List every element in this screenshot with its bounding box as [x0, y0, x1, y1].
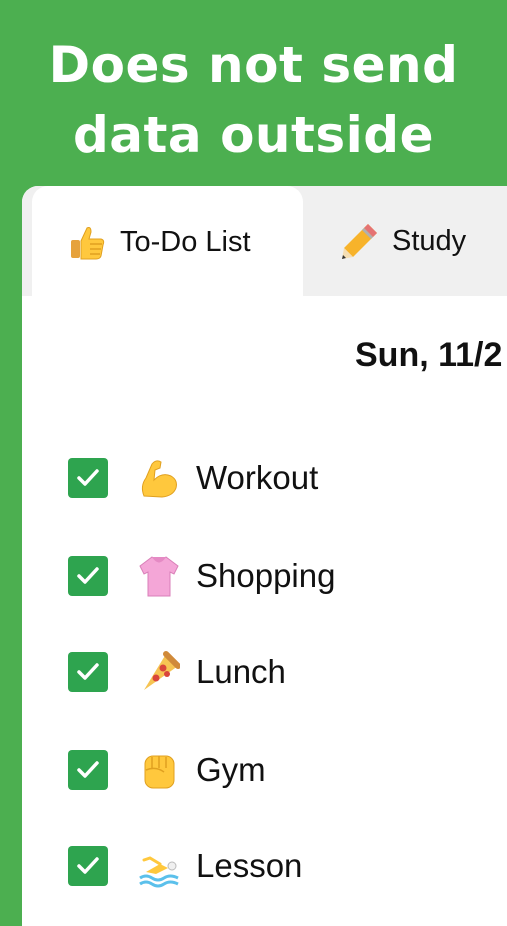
swimmer-icon: [139, 856, 179, 888]
item-label: Workout: [196, 459, 319, 496]
checkmark-icon: [77, 469, 99, 486]
headline-line-1: Does not send: [48, 36, 459, 94]
checkmark-icon: [77, 761, 99, 778]
list-item: Workout: [68, 448, 318, 508]
list-item: Lesson: [68, 836, 302, 896]
thumbs-up-icon: [68, 222, 108, 262]
tab-study[interactable]: Study: [316, 186, 466, 296]
blouse-icon: [139, 556, 179, 597]
list-item: Gym: [68, 740, 266, 800]
todo-content: Sun, 11/2 Workout Shopping Lunch Gym Les…: [22, 296, 507, 926]
checkmark-icon: [77, 567, 99, 584]
headline: Does not send data outside: [0, 30, 507, 170]
item-label: Shopping: [196, 557, 336, 594]
item-label: Lunch: [196, 653, 286, 690]
tab-study-label: Study: [392, 224, 467, 257]
headline-line-2: data outside: [72, 106, 435, 164]
checkbox-checked[interactable]: [68, 458, 108, 498]
date-heading: Sun, 11/2: [355, 336, 503, 374]
pizza-icon: [144, 651, 180, 690]
list-item: Shopping: [68, 546, 335, 606]
checkbox-checked[interactable]: [68, 652, 108, 692]
tab-bar: To-Do List Study: [22, 186, 507, 298]
list-item: Lunch: [68, 642, 286, 702]
checkmark-icon: [77, 663, 99, 680]
tab-todo-list[interactable]: To-Do List: [32, 186, 303, 298]
item-label: Gym: [196, 751, 266, 788]
checkbox-checked[interactable]: [68, 750, 108, 790]
checkbox-checked[interactable]: [68, 846, 108, 886]
tab-todo-label: To-Do List: [120, 225, 251, 258]
checkmark-icon: [77, 857, 99, 874]
app-panel: To-Do List Study Sun, 11/2 Workout Shopp…: [22, 186, 507, 926]
item-label: Lesson: [196, 847, 303, 884]
flexed-biceps-icon: [141, 460, 177, 498]
checkbox-checked[interactable]: [68, 556, 108, 596]
raised-fist-icon: [144, 755, 175, 789]
pencil-icon: [340, 221, 380, 261]
